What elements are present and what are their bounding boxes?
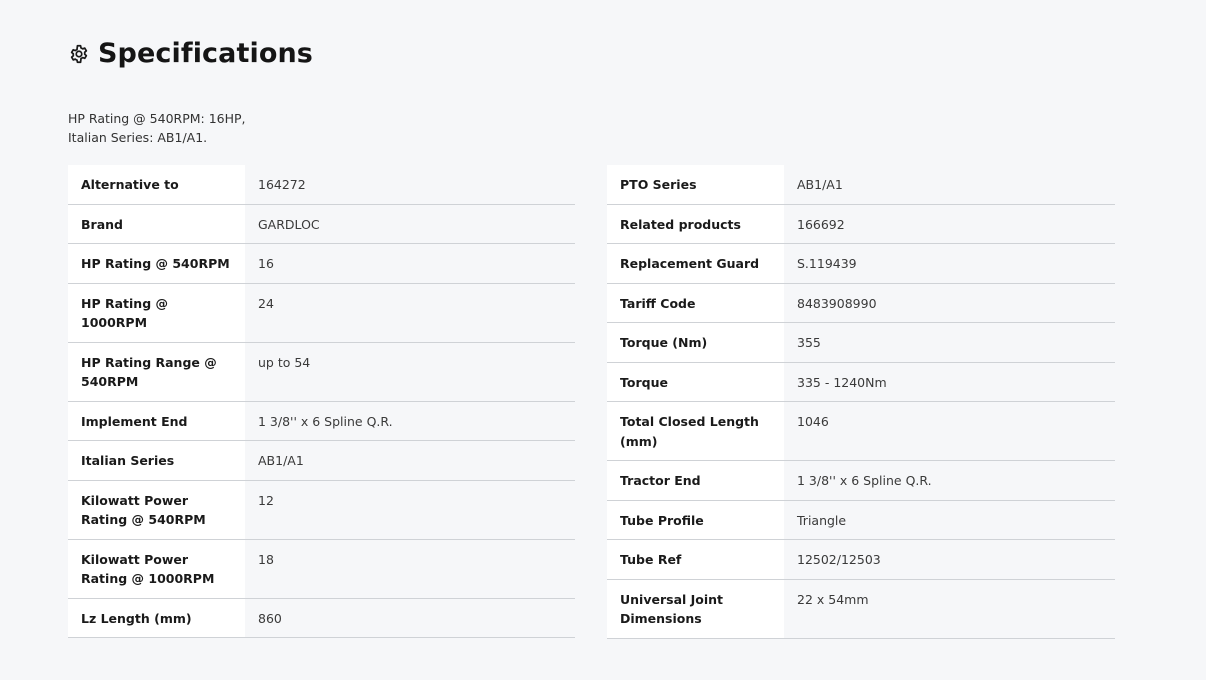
- spec-label: Implement End: [68, 401, 245, 441]
- table-row: Italian Series AB1/A1: [68, 440, 575, 481]
- spec-label: HP Rating @ 540RPM: [68, 243, 245, 284]
- spec-label: HP Rating Range @ 540RPM: [68, 342, 245, 402]
- page-title: Specifications: [98, 38, 313, 69]
- spec-value: 12: [245, 480, 575, 540]
- spec-label: Tube Profile: [607, 500, 784, 540]
- spec-table-right: PTO Series AB1/A1 Related products 166692 Re…: [607, 165, 1115, 639]
- table-row: Torque (Nm) 355: [607, 322, 1115, 363]
- summary-line: Italian Series: AB1/A1.: [68, 130, 208, 145]
- spec-value: AB1/A1: [245, 440, 575, 481]
- table-row: HP Rating Range @ 540RPM up to 54: [68, 342, 575, 402]
- spec-value: 860: [245, 598, 575, 638]
- table-row: Alternative to 164272: [68, 165, 575, 205]
- spec-label: PTO Series: [607, 165, 784, 205]
- spec-label: Kilowatt Power Rating @ 1000RPM: [68, 539, 245, 599]
- table-row: Tube Ref 12502/12503: [607, 539, 1115, 580]
- table-row: Lz Length (mm) 860: [68, 598, 575, 638]
- spec-label: Tractor End: [607, 460, 784, 501]
- table-row: Tariff Code 8483908990: [607, 283, 1115, 323]
- spec-summary: HP Rating @ 540RPM: 16HP, Italian Series…: [68, 109, 246, 147]
- spec-value: 355: [784, 322, 1115, 363]
- spec-value: 8483908990: [784, 283, 1115, 323]
- spec-value: 12502/12503: [784, 539, 1115, 580]
- spec-value: 22 x 54mm: [784, 579, 1115, 639]
- table-row: Related products 166692: [607, 204, 1115, 244]
- table-row: Total Closed Length (mm) 1046: [607, 401, 1115, 461]
- spec-value: Triangle: [784, 500, 1115, 540]
- table-row: HP Rating @ 1000RPM 24: [68, 283, 575, 343]
- spec-value: up to 54: [245, 342, 575, 402]
- spec-value: GARDLOC: [245, 204, 575, 244]
- spec-label: HP Rating @ 1000RPM: [68, 283, 245, 343]
- table-row: Tube Profile Triangle: [607, 500, 1115, 540]
- spec-label: Kilowatt Power Rating @ 540RPM: [68, 480, 245, 540]
- spec-value: 18: [245, 539, 575, 599]
- spec-value: 166692: [784, 204, 1115, 244]
- spec-label: Torque: [607, 362, 784, 402]
- spec-label: Tariff Code: [607, 283, 784, 323]
- spec-table-left: Alternative to 164272 Brand GARDLOC HP Ratin…: [68, 165, 575, 638]
- table-row: Tractor End 1 3/8'' x 6 Spline Q.R.: [607, 460, 1115, 501]
- table-row: Implement End 1 3/8'' x 6 Spline Q.R.: [68, 401, 575, 441]
- table-row: Kilowatt Power Rating @ 1000RPM 18: [68, 539, 575, 599]
- spec-label: Related products: [607, 204, 784, 244]
- section-heading: Specifications: [68, 38, 313, 69]
- spec-label: Lz Length (mm): [68, 598, 245, 638]
- summary-line: HP Rating @ 540RPM: 16HP,: [68, 111, 246, 126]
- spec-label: Italian Series: [68, 440, 245, 481]
- spec-label: Torque (Nm): [607, 322, 784, 363]
- spec-value: 164272: [245, 165, 575, 205]
- table-row: Replacement Guard S.119439: [607, 243, 1115, 284]
- spec-value: 16: [245, 243, 575, 284]
- spec-value: 24: [245, 283, 575, 343]
- spec-value: 1046: [784, 401, 1115, 461]
- spec-value: S.119439: [784, 243, 1115, 284]
- spec-value: 335 - 1240Nm: [784, 362, 1115, 402]
- specifications-section: Specifications HP Rating @ 540RPM: 16HP,…: [0, 0, 1206, 680]
- table-row: Kilowatt Power Rating @ 540RPM 12: [68, 480, 575, 540]
- spec-label: Total Closed Length (mm): [607, 401, 784, 461]
- gear-icon: [68, 43, 90, 65]
- spec-label: Brand: [68, 204, 245, 244]
- spec-value: AB1/A1: [784, 165, 1115, 205]
- spec-label: Alternative to: [68, 165, 245, 205]
- table-row: Universal Joint Dimensions 22 x 54mm: [607, 579, 1115, 639]
- table-row: PTO Series AB1/A1: [607, 165, 1115, 205]
- table-row: HP Rating @ 540RPM 16: [68, 243, 575, 284]
- spec-label: Universal Joint Dimensions: [607, 579, 784, 639]
- spec-label: Replacement Guard: [607, 243, 784, 284]
- table-row: Brand GARDLOC: [68, 204, 575, 244]
- spec-value: 1 3/8'' x 6 Spline Q.R.: [784, 460, 1115, 501]
- spec-value: 1 3/8'' x 6 Spline Q.R.: [245, 401, 575, 441]
- spec-label: Tube Ref: [607, 539, 784, 580]
- table-row: Torque 335 - 1240Nm: [607, 362, 1115, 402]
